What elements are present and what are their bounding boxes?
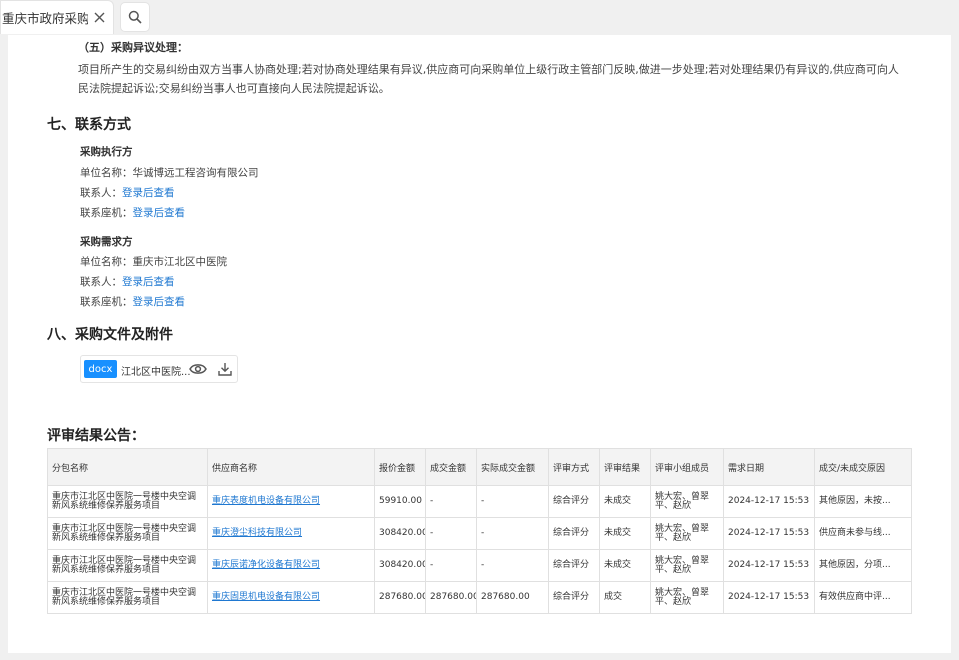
- cell-bid: 59910.00: [374, 485, 426, 518]
- executor-unit-value: 华诚博远工程咨询有限公司: [132, 167, 259, 179]
- cell-members: 姚大宏、曾翠平、赵欣: [650, 517, 724, 550]
- col-header-bid: 报价金额: [374, 448, 426, 486]
- cell-members: 姚大宏、曾翠平、赵欣: [650, 549, 724, 582]
- executor-phone-label: 联系座机：: [80, 207, 133, 219]
- col-header-deal: 成交金额: [425, 448, 477, 486]
- cell-bid: 308420.00: [374, 517, 426, 550]
- table-row: 重庆市江北区中医院一号楼中央空调新风系统维修保养服务项目 重庆辰诺净化设备有限公…: [47, 549, 912, 582]
- demander-phone: 联系座机：登录后查看: [80, 294, 185, 309]
- attachment-item[interactable]: docx 江北区中医院...: [80, 355, 238, 383]
- executor-phone: 联系座机：登录后查看: [80, 205, 185, 220]
- supplier-link[interactable]: 重庆固思机电设备有限公司: [212, 592, 320, 602]
- executor-title: 采购执行方: [80, 146, 133, 158]
- eye-icon[interactable]: [189, 361, 207, 377]
- cell-package: 重庆市江北区中医院一号楼中央空调新风系统维修保养服务项目: [47, 549, 208, 582]
- supplier-link[interactable]: 重庆辰诺净化设备有限公司: [212, 560, 320, 570]
- close-icon[interactable]: [93, 11, 106, 24]
- objection-heading: （五）采购异议处理：: [78, 41, 188, 54]
- cell-supplier: 重庆固思机电设备有限公司: [207, 581, 375, 614]
- cell-deal: -: [425, 517, 477, 550]
- download-icon[interactable]: [217, 361, 233, 377]
- table-row: 重庆市江北区中医院一号楼中央空调新风系统维修保养服务项目 重庆固思机电设备有限公…: [47, 581, 912, 614]
- cell-bid: 308420.00: [374, 549, 426, 582]
- executor-contact: 联系人：登录后查看: [80, 185, 175, 200]
- cell-supplier: 重庆表度机电设备有限公司: [207, 485, 375, 518]
- demander-unit-value: 重庆市江北区中医院: [132, 256, 228, 268]
- search-tab-button[interactable]: [120, 2, 150, 32]
- demander-unit: 单位名称：重庆市江北区中医院: [80, 254, 227, 269]
- demander-phone-login-link[interactable]: 登录后查看: [133, 296, 186, 308]
- cell-deal: -: [425, 549, 477, 582]
- cell-deal: 287680.00: [425, 581, 477, 614]
- table-row: 重庆市江北区中医院一号楼中央空调新风系统维修保养服务项目 重庆表度机电设备有限公…: [47, 485, 912, 518]
- executor-phone-login-link[interactable]: 登录后查看: [133, 207, 186, 219]
- docx-badge: docx: [84, 360, 117, 378]
- col-header-actual: 实际成交金额: [476, 448, 549, 486]
- cell-actual: -: [476, 485, 549, 518]
- cell-actual: 287680.00: [476, 581, 549, 614]
- cell-result: 未成交: [599, 485, 651, 518]
- demander-phone-label: 联系座机：: [80, 296, 133, 308]
- cell-result: 未成交: [599, 549, 651, 582]
- objection-text-line1: 项目所产生的交易纠纷由双方当事人协商处理;若对协商处理结果有异议,供应商可向采购…: [78, 63, 899, 76]
- executor-unit-label: 单位名称：: [80, 167, 133, 179]
- cell-reason: 其他原因，未按...: [814, 485, 912, 518]
- cell-method: 综合评分: [548, 549, 600, 582]
- cell-date: 2024-12-17 15:53: [723, 485, 815, 518]
- executor-unit: 单位名称：华诚博远工程咨询有限公司: [80, 165, 259, 180]
- cell-method: 综合评分: [548, 517, 600, 550]
- cell-date: 2024-12-17 15:53: [723, 581, 815, 614]
- cell-deal: -: [425, 485, 477, 518]
- contact-section-heading: 七、联系方式: [47, 117, 131, 133]
- table-header-row: 分包名称 供应商名称 报价金额 成交金额 实际成交金额 评审方式 评审结果 评审…: [47, 448, 912, 486]
- bottom-gutter: [0, 653, 959, 660]
- result-heading: 评审结果公告：: [47, 428, 145, 444]
- cell-method: 综合评分: [548, 485, 600, 518]
- supplier-link[interactable]: 重庆表度机电设备有限公司: [212, 496, 320, 506]
- cell-supplier: 重庆辰诺净化设备有限公司: [207, 549, 375, 582]
- cell-date: 2024-12-17 15:53: [723, 549, 815, 582]
- cell-reason: 其他原因，分项...: [814, 549, 912, 582]
- page-content: （五）采购异议处理： 项目所产生的交易纠纷由双方当事人协商处理;若对协商处理结果…: [8, 35, 951, 660]
- cell-members: 姚大宏、曾翠平、赵欣: [650, 581, 724, 614]
- search-icon: [128, 10, 142, 24]
- tab-title: 重庆市政府采购: [2, 11, 88, 26]
- supplier-link[interactable]: 重庆澄尘科技有限公司: [212, 528, 302, 538]
- attachment-name[interactable]: 江北区中医院...: [121, 363, 191, 378]
- table-row: 重庆市江北区中医院一号楼中央空调新风系统维修保养服务项目 重庆澄尘科技有限公司 …: [47, 517, 912, 550]
- demander-title: 采购需求方: [80, 236, 133, 248]
- cell-members: 姚大宏、曾翠平、赵欣: [650, 485, 724, 518]
- col-header-reason: 成交/未成交原因: [814, 448, 912, 486]
- result-table: 分包名称 供应商名称 报价金额 成交金额 实际成交金额 评审方式 评审结果 评审…: [47, 448, 912, 614]
- col-header-members: 评审小组成员: [650, 448, 724, 486]
- cell-package: 重庆市江北区中医院一号楼中央空调新风系统维修保养服务项目: [47, 517, 208, 550]
- col-header-result: 评审结果: [599, 448, 651, 486]
- cell-reason: 供应商未参与线...: [814, 517, 912, 550]
- cell-actual: -: [476, 549, 549, 582]
- browser-tab[interactable]: 重庆市政府采购: [0, 0, 114, 34]
- cell-method: 综合评分: [548, 581, 600, 614]
- attachments-section-heading: 八、采购文件及附件: [47, 327, 173, 343]
- executor-contact-login-link[interactable]: 登录后查看: [122, 187, 175, 199]
- cell-result: 未成交: [599, 517, 651, 550]
- demander-contact-label: 联系人：: [80, 276, 122, 288]
- demander-contact: 联系人：登录后查看: [80, 274, 175, 289]
- cell-actual: -: [476, 517, 549, 550]
- browser-tab-bar: 重庆市政府采购: [0, 0, 959, 36]
- cell-package: 重庆市江北区中医院一号楼中央空调新风系统维修保养服务项目: [47, 485, 208, 518]
- col-header-method: 评审方式: [548, 448, 600, 486]
- cell-bid: 287680.00: [374, 581, 426, 614]
- cell-reason: 有效供应商中评...: [814, 581, 912, 614]
- demander-contact-login-link[interactable]: 登录后查看: [122, 276, 175, 288]
- cell-date: 2024-12-17 15:53: [723, 517, 815, 550]
- cell-package: 重庆市江北区中医院一号楼中央空调新风系统维修保养服务项目: [47, 581, 208, 614]
- cell-result: 成交: [599, 581, 651, 614]
- cell-supplier: 重庆澄尘科技有限公司: [207, 517, 375, 550]
- objection-text-line2: 民法院提起诉讼;交易纠纷当事人也可直接向人民法院提起诉讼。: [78, 82, 390, 95]
- executor-contact-label: 联系人：: [80, 187, 122, 199]
- col-header-package: 分包名称: [47, 448, 208, 486]
- col-header-supplier: 供应商名称: [207, 448, 375, 486]
- col-header-date: 需求日期: [723, 448, 815, 486]
- demander-unit-label: 单位名称：: [80, 256, 133, 268]
